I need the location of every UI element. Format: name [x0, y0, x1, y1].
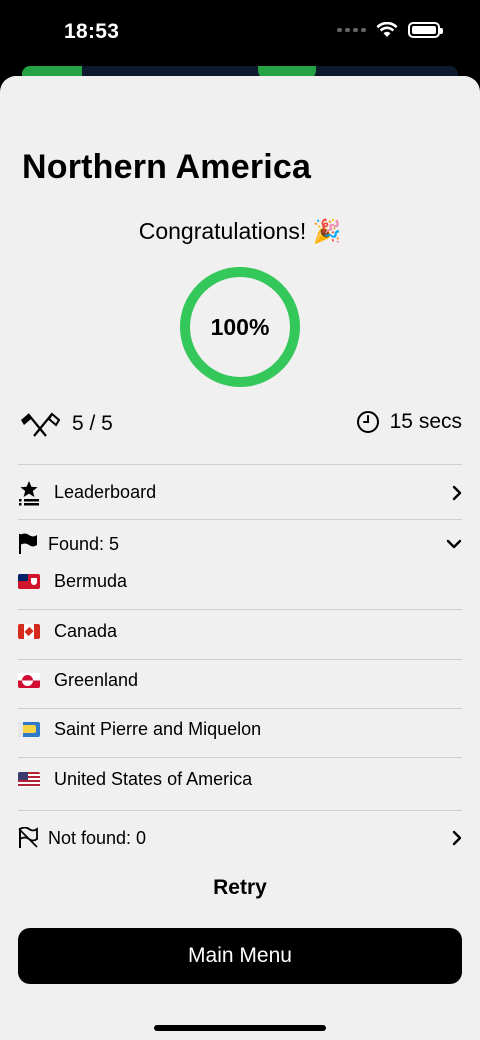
country-name: United States of America — [54, 769, 253, 789]
score-value: 5 / 5 — [72, 412, 113, 435]
status-icons — [337, 22, 443, 38]
leaderboard-label: Leaderboard — [54, 482, 157, 502]
country-name: Bermuda — [54, 571, 128, 591]
results-sheet: Northern America Congratulations! 🎉 100%… — [0, 76, 480, 1040]
chevron-right-icon — [452, 830, 462, 846]
chevron-right-icon — [452, 485, 462, 500]
country-name: Saint Pierre and Miquelon — [54, 719, 262, 739]
not-found-section-header[interactable]: Not found: 0 — [18, 822, 462, 854]
congratulations-text: Congratulations! 🎉 — [138, 218, 342, 244]
list-item: Greenland — [18, 656, 462, 705]
leaderboard-row[interactable]: Leaderboard — [18, 466, 462, 519]
retry-button[interactable]: Retry — [0, 876, 480, 900]
time-value: 15 secs — [389, 410, 462, 433]
divider — [18, 810, 462, 811]
bermuda-flag-icon — [18, 574, 40, 589]
status-bar: 18:53 — [0, 0, 480, 66]
list-item: Bermuda — [18, 557, 462, 606]
divider — [18, 464, 462, 465]
region-title: Northern America — [22, 148, 312, 186]
status-time: 18:53 — [64, 20, 120, 43]
country-name: Canada — [54, 621, 118, 641]
progress-percentage: 100% — [210, 313, 270, 340]
saint-pierre-flag-icon — [18, 722, 40, 737]
flag-outline-icon — [18, 827, 38, 848]
wifi-icon — [376, 22, 398, 37]
clock-icon — [356, 411, 379, 433]
flag-icon — [19, 533, 37, 554]
not-found-label: Not found: 0 — [48, 827, 147, 848]
usa-flag-icon — [18, 772, 40, 787]
found-label: Found: 5 — [48, 533, 120, 554]
divider — [18, 519, 462, 520]
crossed-flags-icon — [21, 412, 60, 437]
country-name: Greenland — [54, 670, 139, 690]
battery-icon — [408, 22, 443, 38]
found-section-header[interactable]: Found: 5 — [18, 528, 462, 560]
main-menu-button[interactable]: Main Menu — [18, 928, 462, 984]
home-indicator — [154, 1025, 326, 1031]
list-item: Saint Pierre and Miquelon — [18, 705, 462, 754]
leaderboard-star-icon — [19, 480, 39, 505]
greenland-flag-icon — [18, 673, 40, 688]
list-item: United States of America — [18, 755, 462, 804]
time-stat: 15 secs — [356, 410, 462, 434]
canada-flag-icon — [18, 624, 40, 639]
score-stat: 5 / 5 — [20, 410, 113, 438]
list-item: Canada — [18, 607, 462, 656]
cellular-signal-icon — [337, 28, 366, 32]
chevron-down-icon — [446, 539, 462, 549]
